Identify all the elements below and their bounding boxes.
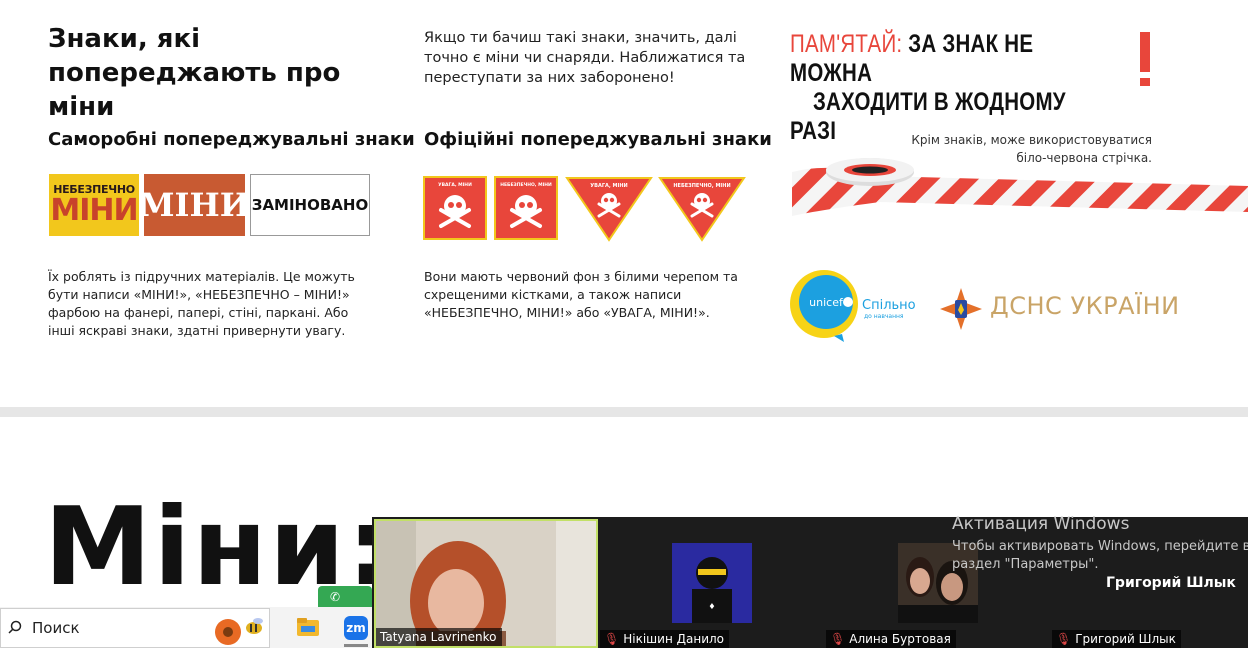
official-title: Офіційні попереджувальні знаки: [424, 129, 772, 150]
official-description: Вони мають червоний фон з білими черепом…: [424, 269, 738, 320]
homemade-sign-danger: НЕБЕЗПЕЧНО МІНИ: [49, 174, 139, 236]
spilno-sub-label: до навчання: [864, 313, 904, 320]
official-sign-4-text: НЕБЕЗПЕЧНО, МІНИ: [673, 183, 730, 189]
participant-center-name-grigoriy: Григорий Шлык: [1106, 575, 1236, 591]
search-icon: [8, 620, 22, 634]
activation-line-1: Чтобы активировать Windows, перейдите в: [952, 539, 1248, 554]
participant-name-grigoriy: 🎙 Григорий Шлык: [1052, 630, 1181, 648]
zoom-app-icon[interactable]: zm: [344, 616, 368, 640]
homemade-title: Саморобні попереджувальні знаки: [48, 129, 415, 150]
page-title: Знаки, які попереджають про міни: [48, 24, 341, 122]
muted-mic-icon: 🎙: [604, 632, 620, 646]
intro-text: Якщо ти бачиш такі знаки, значить, далі …: [424, 30, 746, 86]
unicef-logo: unicef: [790, 270, 858, 342]
windows-activation-watermark: Активация Windows Чтобы активировать Win…: [952, 514, 1248, 574]
search-placeholder[interactable]: Поиск: [32, 619, 80, 637]
homemade-sign-mines: МІНИ: [139, 174, 250, 236]
participant-tile-nikishin[interactable]: ♦ 🎙 Нікішин Данило: [600, 519, 824, 648]
homemade-description: Їх роблять із підручних матеріалів. Це м…: [48, 269, 355, 338]
participant-tile-tatyana[interactable]: Tatyana Lavrinenko: [374, 519, 598, 648]
call-tab[interactable]: [318, 586, 372, 608]
remember-banner: ПАМ'ЯТАЙ: ЗА ЗНАК НЕ МОЖНА ЗАХОДИТИ В ЖО…: [790, 30, 1093, 146]
warning-tape-illustration: [792, 158, 1248, 216]
muted-mic-icon: 🎙: [830, 632, 846, 646]
flower-bee-icon: [215, 618, 263, 645]
dsns-emblem-icon: [940, 288, 982, 330]
remember-label: ПАМ'ЯТАЙ:: [790, 30, 903, 58]
file-explorer-icon[interactable]: [296, 616, 320, 638]
participant-avatar-nikishin: ♦: [672, 543, 752, 623]
unicef-text: unicef: [809, 296, 844, 309]
official-sign-square-2: НЕБЕЗПЕЧНО, МІНИ: [494, 176, 558, 240]
participant-name-nikishin: 🎙 Нікішин Данило: [600, 630, 729, 648]
official-sign-1-text: УВАГА, МІНИ: [438, 182, 472, 188]
homemade-sign-mined: ЗАМІНОВАНО: [250, 174, 370, 236]
official-sign-square-1: УВАГА, МІНИ: [423, 176, 487, 240]
sign-danger-bottom: МІНИ: [50, 193, 138, 228]
official-sign-triangle-1: УВАГА, МІНИ: [565, 177, 653, 242]
participant-name-tatyana: Tatyana Lavrinenko: [376, 628, 502, 646]
official-sign-2-text: НЕБЕЗПЕЧНО, МІНИ: [500, 182, 552, 188]
svg-text:♦: ♦: [708, 602, 715, 611]
dsns-logo-text: ДСНС УКРАЇНИ: [990, 292, 1180, 320]
phone-icon[interactable]: ✆: [330, 590, 340, 604]
exclamation-dot: [1140, 78, 1150, 86]
participant-name-alina: 🎙 Алина Буртовая: [826, 630, 956, 648]
exclamation-bar: [1140, 32, 1150, 72]
spilno-label: Спільно: [862, 298, 916, 313]
muted-mic-icon: 🎙: [1056, 632, 1072, 646]
activation-title: Активация Windows: [952, 514, 1130, 534]
official-sign-triangle-2: НЕБЕЗПЕЧНО, МІНИ: [658, 177, 746, 242]
activation-line-2: раздел "Параметры".: [952, 557, 1099, 572]
section-divider: [0, 407, 1248, 417]
official-sign-3-text: УВАГА, МІНИ: [590, 183, 627, 189]
zoom-running-indicator: [344, 644, 368, 647]
